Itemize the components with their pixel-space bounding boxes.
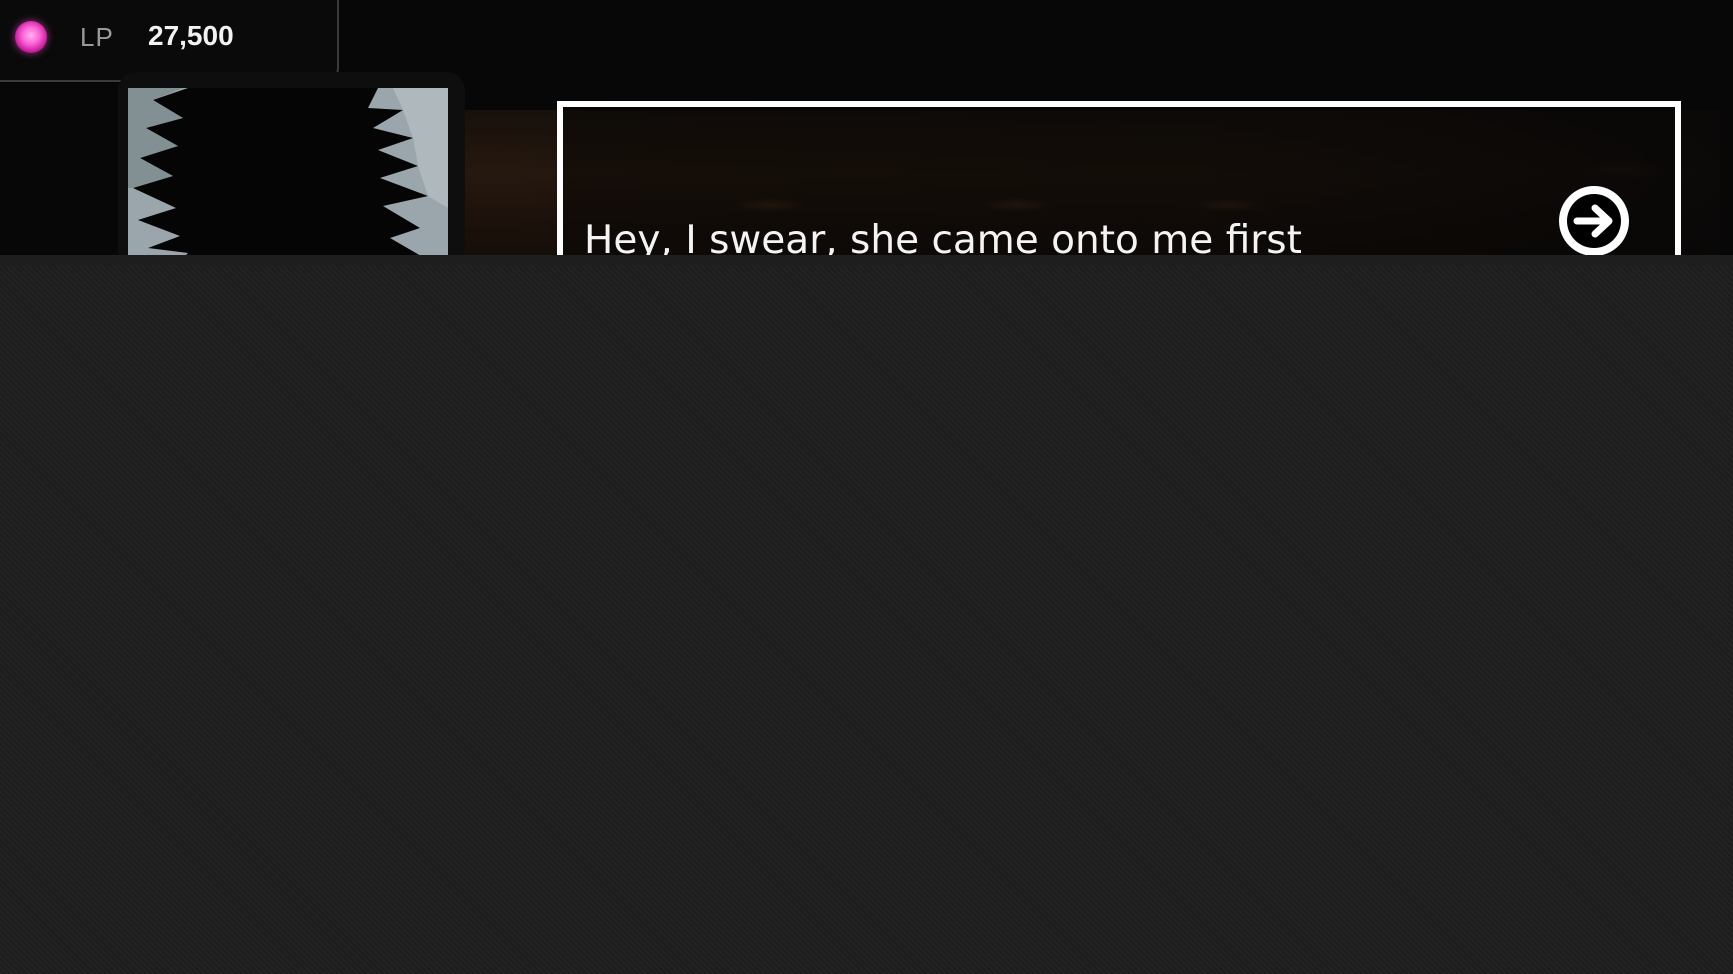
dim-overlay[interactable] bbox=[0, 265, 1733, 974]
lp-value: 27,500 bbox=[148, 20, 234, 51]
game-screen: LP 27,500 Hey, I swear, she came onto me… bbox=[0, 0, 1733, 974]
pink-gem-icon bbox=[15, 21, 47, 53]
silhouette-portrait-image bbox=[128, 88, 448, 268]
next-dialogue-button[interactable] bbox=[1559, 186, 1629, 256]
speaker-portrait bbox=[128, 88, 448, 268]
lp-label: LP bbox=[80, 22, 114, 52]
arrow-right-circle-icon bbox=[1561, 188, 1627, 254]
